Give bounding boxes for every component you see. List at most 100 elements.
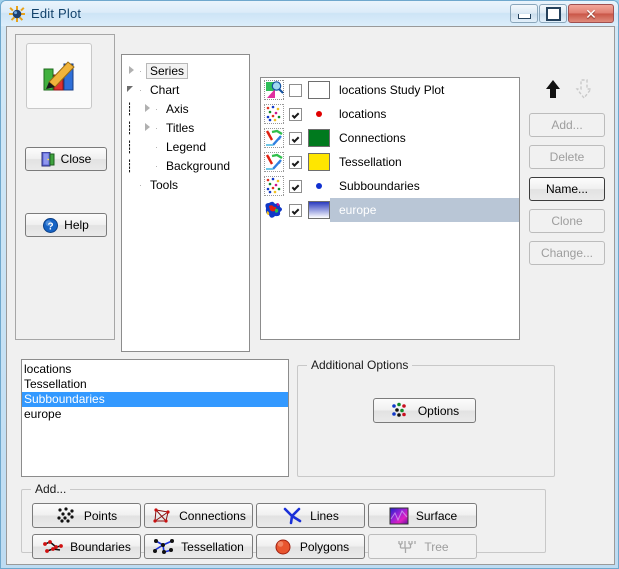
series-color-dot[interactable]: [308, 177, 330, 195]
add-polygons-button[interactable]: Polygons: [256, 534, 365, 559]
tree-node-series[interactable]: · Series: [126, 61, 249, 80]
question-mark-icon: ?: [43, 217, 59, 233]
series-name-item-label: Tessellation: [24, 377, 87, 391]
colored-dots-icon: [390, 402, 412, 420]
delete-series-button[interactable]: Delete: [529, 145, 605, 169]
help-button[interactable]: ? Help: [25, 213, 107, 237]
series-name-list[interactable]: locations Tessellation Subboundaries europe: [21, 359, 289, 477]
tree-connector: ·: [139, 179, 142, 190]
tree-node-label: Tools: [150, 177, 179, 192]
tree-node-background[interactable]: ┊ · Background: [126, 156, 249, 175]
change-series-button[interactable]: Change...: [529, 241, 605, 265]
series-name-item[interactable]: Subboundaries: [22, 392, 288, 407]
options-button[interactable]: Options: [373, 398, 476, 423]
tree-node-label: Chart: [150, 82, 180, 97]
series-label-cell[interactable]: locations Study Plot: [330, 78, 519, 102]
series-name-item[interactable]: locations: [22, 362, 288, 377]
series-visibility-checkbox[interactable]: [289, 179, 302, 193]
chevron-right-icon[interactable]: [126, 65, 137, 76]
plot-edit-icon: [26, 43, 92, 109]
series-list[interactable]: locations Study Plot locations Connections…: [260, 77, 520, 340]
series-label-cell[interactable]: Connections: [330, 126, 519, 150]
tree-node-legend[interactable]: ┊ · Legend: [126, 137, 249, 156]
series-row[interactable]: europe: [261, 198, 519, 222]
lines-icon: [282, 507, 304, 525]
surface-icon: [388, 507, 410, 525]
series-visibility-checkbox[interactable]: [289, 131, 302, 145]
add-polygons-label: Polygons: [299, 539, 350, 554]
series-row[interactable]: Subboundaries: [261, 174, 519, 198]
chevron-down-icon[interactable]: [126, 84, 137, 95]
title-bar[interactable]: Edit Plot ✕: [1, 1, 618, 26]
tree-node-label: Axis: [166, 101, 189, 116]
clone-series-label: Clone: [551, 214, 583, 228]
tree-node-titles[interactable]: ┊ · Titles: [126, 118, 249, 137]
series-label-cell[interactable]: Tessellation: [330, 150, 519, 174]
series-visibility-checkbox[interactable]: [289, 83, 302, 97]
settings-tree[interactable]: · Series · Chart ┊ · Axis ┊ · Titles ┊ · Legend ┊ · Bac…: [121, 54, 250, 352]
tree-node-label: Series: [146, 62, 189, 79]
series-row[interactable]: locations Study Plot: [261, 78, 519, 102]
tree-leaf-marker: [142, 141, 153, 152]
clone-series-button[interactable]: Clone: [529, 209, 605, 233]
tree-connector: ·: [139, 84, 142, 95]
name-series-button[interactable]: Name...: [529, 177, 605, 201]
series-actions: Add... Delete Name... Clone Change...: [529, 77, 609, 340]
series-row[interactable]: Tessellation: [261, 150, 519, 174]
close-icon: ✕: [585, 5, 597, 22]
tree-node-chart[interactable]: · Chart: [126, 80, 249, 99]
add-tessellation-button[interactable]: Tessellation: [144, 534, 253, 559]
study-plot-icon: [264, 80, 284, 100]
additional-options-group: Additional Options Options: [297, 358, 555, 477]
add-surface-button[interactable]: Surface: [368, 503, 477, 528]
options-button-label: Options: [417, 403, 460, 418]
edit-plot-window: Edit Plot ✕ Close ? Help · Series · Char…: [0, 0, 619, 569]
close-window-button[interactable]: ✕: [568, 4, 614, 23]
series-label-cell[interactable]: europe: [330, 198, 519, 222]
additional-options-title: Additional Options: [307, 358, 413, 372]
tree-node-tools[interactable]: · Tools: [126, 175, 249, 194]
close-button-label: Close: [60, 152, 92, 166]
tree-node-axis[interactable]: ┊ · Axis: [126, 99, 249, 118]
tessellation-icon: [153, 538, 175, 556]
series-visibility-checkbox[interactable]: [289, 155, 302, 169]
add-group-title: Add...: [31, 482, 71, 496]
series-color-dot[interactable]: [308, 105, 330, 123]
add-points-label: Points: [83, 508, 118, 523]
series-label: Subboundaries: [339, 179, 420, 193]
add-connections-button[interactable]: Connections: [144, 503, 253, 528]
tree-node-label: Titles: [166, 120, 195, 135]
series-name-item-label: Subboundaries: [24, 392, 105, 406]
chevron-right-icon[interactable]: [142, 122, 153, 133]
series-color-swatch[interactable]: [308, 81, 330, 99]
add-connections-label: Connections: [179, 508, 246, 523]
add-tree-button[interactable]: Tree: [368, 534, 477, 559]
series-name-item-label: locations: [24, 362, 72, 376]
add-boundaries-button[interactable]: Boundaries: [32, 534, 141, 559]
add-points-button[interactable]: Points: [32, 503, 141, 528]
series-color-swatch[interactable]: [308, 153, 330, 171]
move-up-arrow-icon[interactable]: [543, 78, 563, 100]
series-color-swatch[interactable]: [308, 201, 330, 219]
series-name-item[interactable]: Tessellation: [22, 377, 288, 392]
add-lines-button[interactable]: Lines: [256, 503, 365, 528]
minimize-button[interactable]: [510, 4, 538, 23]
tree-node-label: Background: [166, 158, 231, 173]
series-color-swatch[interactable]: [308, 129, 330, 147]
series-visibility-checkbox[interactable]: [289, 107, 302, 121]
add-series-button[interactable]: Add...: [529, 113, 605, 137]
series-label-cell[interactable]: locations: [330, 102, 519, 126]
connections-icon: [264, 152, 284, 172]
add-series-label: Add...: [551, 118, 583, 132]
series-label-cell[interactable]: Subboundaries: [330, 174, 519, 198]
close-button[interactable]: Close: [25, 147, 107, 171]
series-row[interactable]: Connections: [261, 126, 519, 150]
series-name-item[interactable]: europe: [22, 407, 288, 422]
series-visibility-checkbox[interactable]: [289, 203, 302, 217]
tree-connector: ·: [139, 65, 142, 76]
series-row[interactable]: locations: [261, 102, 519, 126]
svg-text:?: ?: [48, 221, 54, 232]
maximize-button[interactable]: [539, 4, 567, 23]
tree-indent: ┊: [126, 158, 134, 173]
chevron-right-icon[interactable]: [142, 103, 153, 114]
